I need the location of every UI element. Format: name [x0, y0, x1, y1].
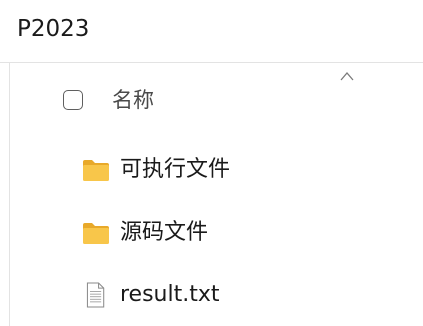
column-header-row: 名称 — [10, 85, 423, 119]
folder-icon — [83, 160, 109, 181]
list-item-file-result[interactable]: result.txt — [10, 275, 423, 315]
sort-ascending-icon[interactable] — [340, 71, 354, 81]
list-item-label: result.txt — [120, 282, 220, 307]
select-all-checkbox[interactable] — [63, 90, 83, 110]
file-explorer-window: P2023 名称 可执行文件 源码文件 result.txt — [0, 0, 423, 326]
folder-title: P2023 — [17, 16, 90, 42]
list-item-folder-source[interactable]: 源码文件 — [10, 213, 423, 253]
list-item-label: 源码文件 — [120, 220, 209, 245]
file-list: 名称 可执行文件 源码文件 result.txt — [9, 63, 423, 326]
list-item-label: 可执行文件 — [120, 157, 231, 182]
title-bar: P2023 — [0, 0, 423, 63]
column-header-name[interactable]: 名称 — [112, 85, 154, 115]
folder-icon — [83, 223, 109, 244]
list-item-folder-executables[interactable]: 可执行文件 — [10, 150, 423, 190]
text-file-icon — [86, 282, 105, 308]
